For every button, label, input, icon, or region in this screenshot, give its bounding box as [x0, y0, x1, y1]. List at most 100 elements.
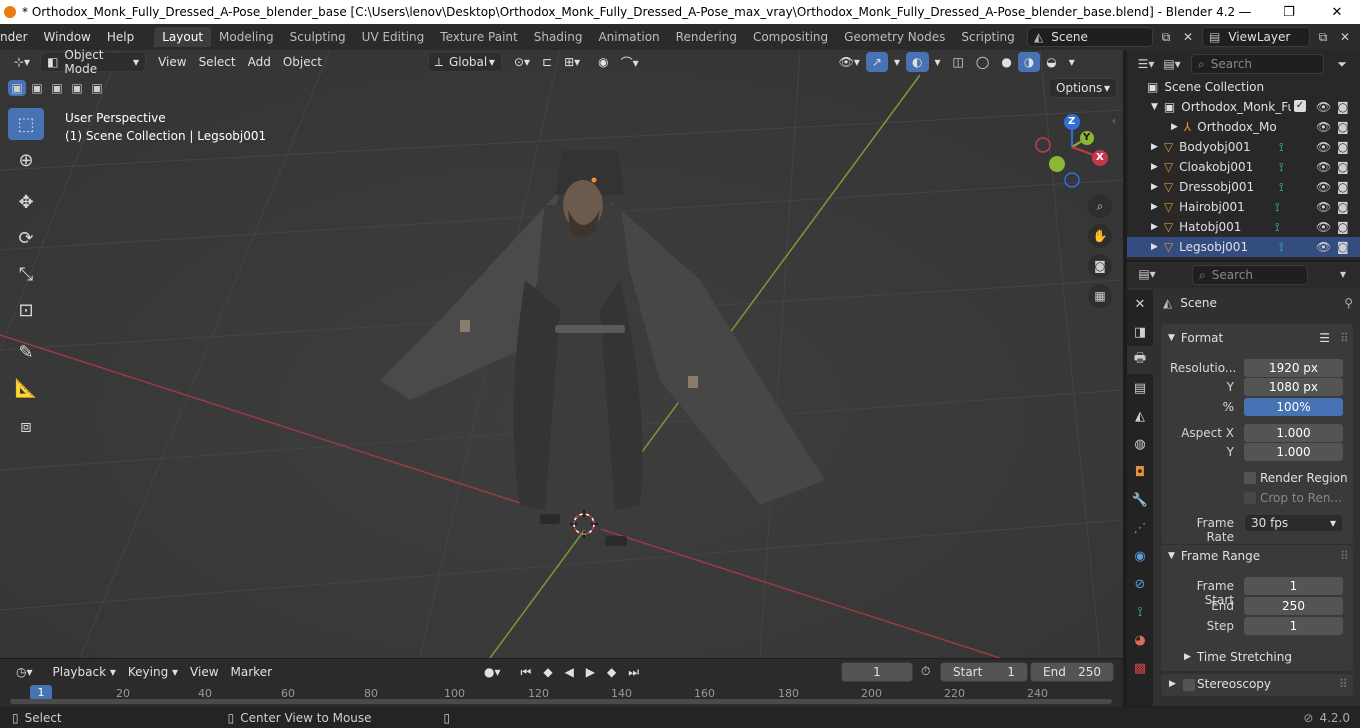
ortho-grid-icon[interactable]: ▦	[1088, 284, 1112, 308]
camera-icon[interactable]: ◙	[1337, 200, 1349, 214]
tab-shading[interactable]: Shading	[526, 27, 591, 47]
scale-icon[interactable]: ⤡	[8, 258, 44, 290]
eye-icon[interactable]: 👁	[1316, 160, 1331, 174]
wireframe-shading-icon[interactable]: ◯	[970, 52, 995, 72]
tab-compositing[interactable]: Compositing	[745, 27, 836, 47]
eye-icon[interactable]: 👁	[1316, 200, 1331, 214]
tool-tab-icon[interactable]: ✕	[1127, 290, 1153, 318]
transform-orientation-selector[interactable]: ⟂ Global ▾	[427, 52, 502, 72]
tab-modeling[interactable]: Modeling	[211, 27, 282, 47]
menu-object[interactable]: Object	[277, 52, 328, 72]
data-tab-icon[interactable]: ⟟	[1127, 598, 1153, 626]
pin-icon[interactable]: ⚲	[1344, 296, 1353, 310]
options-dropdown[interactable]: Options ▾	[1049, 78, 1117, 98]
outliner-search-input[interactable]: ⌕ Search	[1191, 54, 1324, 74]
resolution-y-field[interactable]: 1080 px	[1244, 378, 1343, 396]
jump-end-icon[interactable]: ⏭	[622, 662, 645, 682]
constraints-tab-icon[interactable]: ⊘	[1127, 570, 1153, 598]
shading-menu-icon[interactable]: ▾	[1063, 52, 1081, 72]
tab-layout[interactable]: Layout	[154, 27, 212, 47]
eye-icon[interactable]: 👁	[1316, 120, 1331, 134]
view-layer-tab-icon[interactable]: ▤	[1127, 374, 1153, 402]
minimize-button[interactable]: —	[1222, 0, 1268, 24]
menu-add[interactable]: Add	[242, 52, 277, 72]
resolution-x-field[interactable]: 1920 px	[1244, 359, 1343, 377]
aspect-y-field[interactable]: 1.000	[1244, 443, 1343, 461]
jump-start-icon[interactable]: ⏮	[515, 662, 538, 682]
frame-start-field[interactable]: 1	[1244, 577, 1343, 595]
editor-type-icon[interactable]: ◷▾	[10, 662, 39, 682]
snap-icon[interactable]: ⊏	[536, 52, 558, 72]
camera-icon[interactable]: ◙	[1337, 240, 1349, 254]
outliner-row-collection[interactable]: ▼ ▣ Orthodox_Monk_Fu ✓ 👁 ◙	[1127, 97, 1360, 117]
drag-handle-icon[interactable]: ⠿	[1340, 331, 1349, 345]
timeline-start-field[interactable]: Start 1	[940, 662, 1028, 682]
tab-texture-paint[interactable]: Texture Paint	[432, 27, 525, 47]
menu-playback[interactable]: Playback ▾	[47, 662, 122, 682]
outliner-row-armature[interactable]: ▶ ⅄ Orthodox_Monl 👁 ◙	[1127, 117, 1360, 137]
frame-range-panel-header[interactable]: ▼ Frame Range ⠿	[1162, 545, 1352, 567]
maximize-button[interactable]: ❐	[1266, 0, 1312, 24]
close-button[interactable]: ✕	[1314, 0, 1360, 24]
tab-scripting[interactable]: Scripting	[953, 27, 1022, 47]
outliner-row-hairobj001[interactable]: ▶ ▽ Hairobj001 ⟟ 👁 ◙	[1127, 197, 1360, 217]
outliner-row-legsobj001[interactable]: ▶ ▽ Legsobj001 ⟟ 👁 ◙	[1127, 237, 1360, 257]
camera-icon[interactable]: ◙	[1337, 100, 1349, 114]
tab-animation[interactable]: Animation	[590, 27, 667, 47]
camera-icon[interactable]: ◙	[1337, 220, 1349, 234]
record-icon[interactable]: ●▾	[478, 662, 507, 682]
overlays-toggle-icon[interactable]: ◐	[906, 52, 929, 72]
zoom-icon[interactable]: ⌕	[1088, 194, 1112, 218]
stereoscopy-checkbox[interactable]	[1183, 679, 1195, 691]
gizmo-toggle-icon[interactable]: ↗	[865, 52, 888, 72]
camera-icon[interactable]: ◙	[1337, 160, 1349, 174]
frame-step-field[interactable]: 1	[1244, 617, 1343, 635]
gizmo-menu-icon[interactable]: ▾	[888, 52, 906, 72]
exclude-checkbox[interactable]: ✓	[1294, 100, 1306, 112]
sidebar-toggle-icon[interactable]: ‹	[1112, 116, 1116, 127]
timeline-end-field[interactable]: End 250	[1030, 662, 1114, 682]
menu-window[interactable]: Window	[36, 30, 99, 44]
next-keyframe-icon[interactable]: ◆	[601, 662, 622, 682]
frame-rate-dropdown[interactable]: 30 fps ▾	[1244, 514, 1343, 532]
select-new-icon[interactable]: ▣	[8, 80, 26, 96]
outliner-row-scene-collection[interactable]: ▣ Scene Collection	[1127, 77, 1360, 97]
editor-type-icon[interactable]: ▤▾	[1136, 264, 1158, 284]
menu-help[interactable]: Help	[99, 30, 142, 44]
tab-rendering[interactable]: Rendering	[668, 27, 745, 47]
crop-checkbox[interactable]	[1244, 492, 1256, 504]
output-tab-icon[interactable]: 🖶	[1127, 346, 1153, 374]
texture-tab-icon[interactable]: ▩	[1127, 654, 1153, 682]
resolution-percent-field[interactable]: 100%	[1244, 398, 1343, 416]
cursor-icon[interactable]: ⊕	[8, 144, 44, 176]
eye-icon[interactable]: 👁	[1316, 140, 1331, 154]
current-frame-field[interactable]: 1	[841, 662, 913, 682]
stereoscopy-panel[interactable]: ▶ Stereoscopy ⠿	[1161, 674, 1353, 696]
select-intersect-icon[interactable]: ▣	[88, 80, 106, 96]
outliner-row-hatobj001[interactable]: ▶ ▽ Hatobj001 ⟟ 👁 ◙	[1127, 217, 1360, 237]
camera-icon[interactable]: ◙	[1337, 140, 1349, 154]
aspect-x-field[interactable]: 1.000	[1244, 424, 1343, 442]
eye-icon[interactable]: 👁	[1316, 240, 1331, 254]
display-mode-icon[interactable]: ▤▾	[1161, 54, 1183, 74]
outliner-row-bodyobj001[interactable]: ▶ ▽ Bodyobj001 ⟟ 👁 ◙	[1127, 137, 1360, 157]
select-extend-icon[interactable]: ▣	[28, 80, 46, 96]
mode-selector[interactable]: ◧ Object Mode ▾	[40, 48, 147, 76]
overlays-menu-icon[interactable]: ▾	[929, 52, 947, 72]
new-scene-icon[interactable]: ⧉	[1155, 27, 1177, 47]
prev-keyframe-icon[interactable]: ◆	[537, 662, 558, 682]
stopwatch-icon[interactable]: ⏱	[921, 664, 930, 679]
tab-uv-editing[interactable]: UV Editing	[354, 27, 433, 47]
select-invert-icon[interactable]: ▣	[68, 80, 86, 96]
menu-marker[interactable]: Marker	[225, 662, 278, 682]
visibility-icon[interactable]: 👁▾	[833, 52, 866, 72]
outliner-row-dressobj001[interactable]: ▶ ▽ Dressobj001 ⟟ 👁 ◙	[1127, 177, 1360, 197]
falloff-icon[interactable]: ⌒▾	[615, 52, 645, 72]
select-box-icon[interactable]: ⬚	[8, 108, 44, 140]
move-icon[interactable]: ✥	[8, 186, 44, 218]
transform-icon[interactable]: ⊡	[8, 294, 44, 326]
editor-type-icon[interactable]: ⊹▾	[8, 52, 36, 72]
timeline-ruler[interactable]: 1 20 40 60 80 100 120 140 160 180 200 22…	[0, 685, 1123, 707]
physics-tab-icon[interactable]: ◉	[1127, 542, 1153, 570]
material-tab-icon[interactable]: ◕	[1127, 626, 1153, 654]
